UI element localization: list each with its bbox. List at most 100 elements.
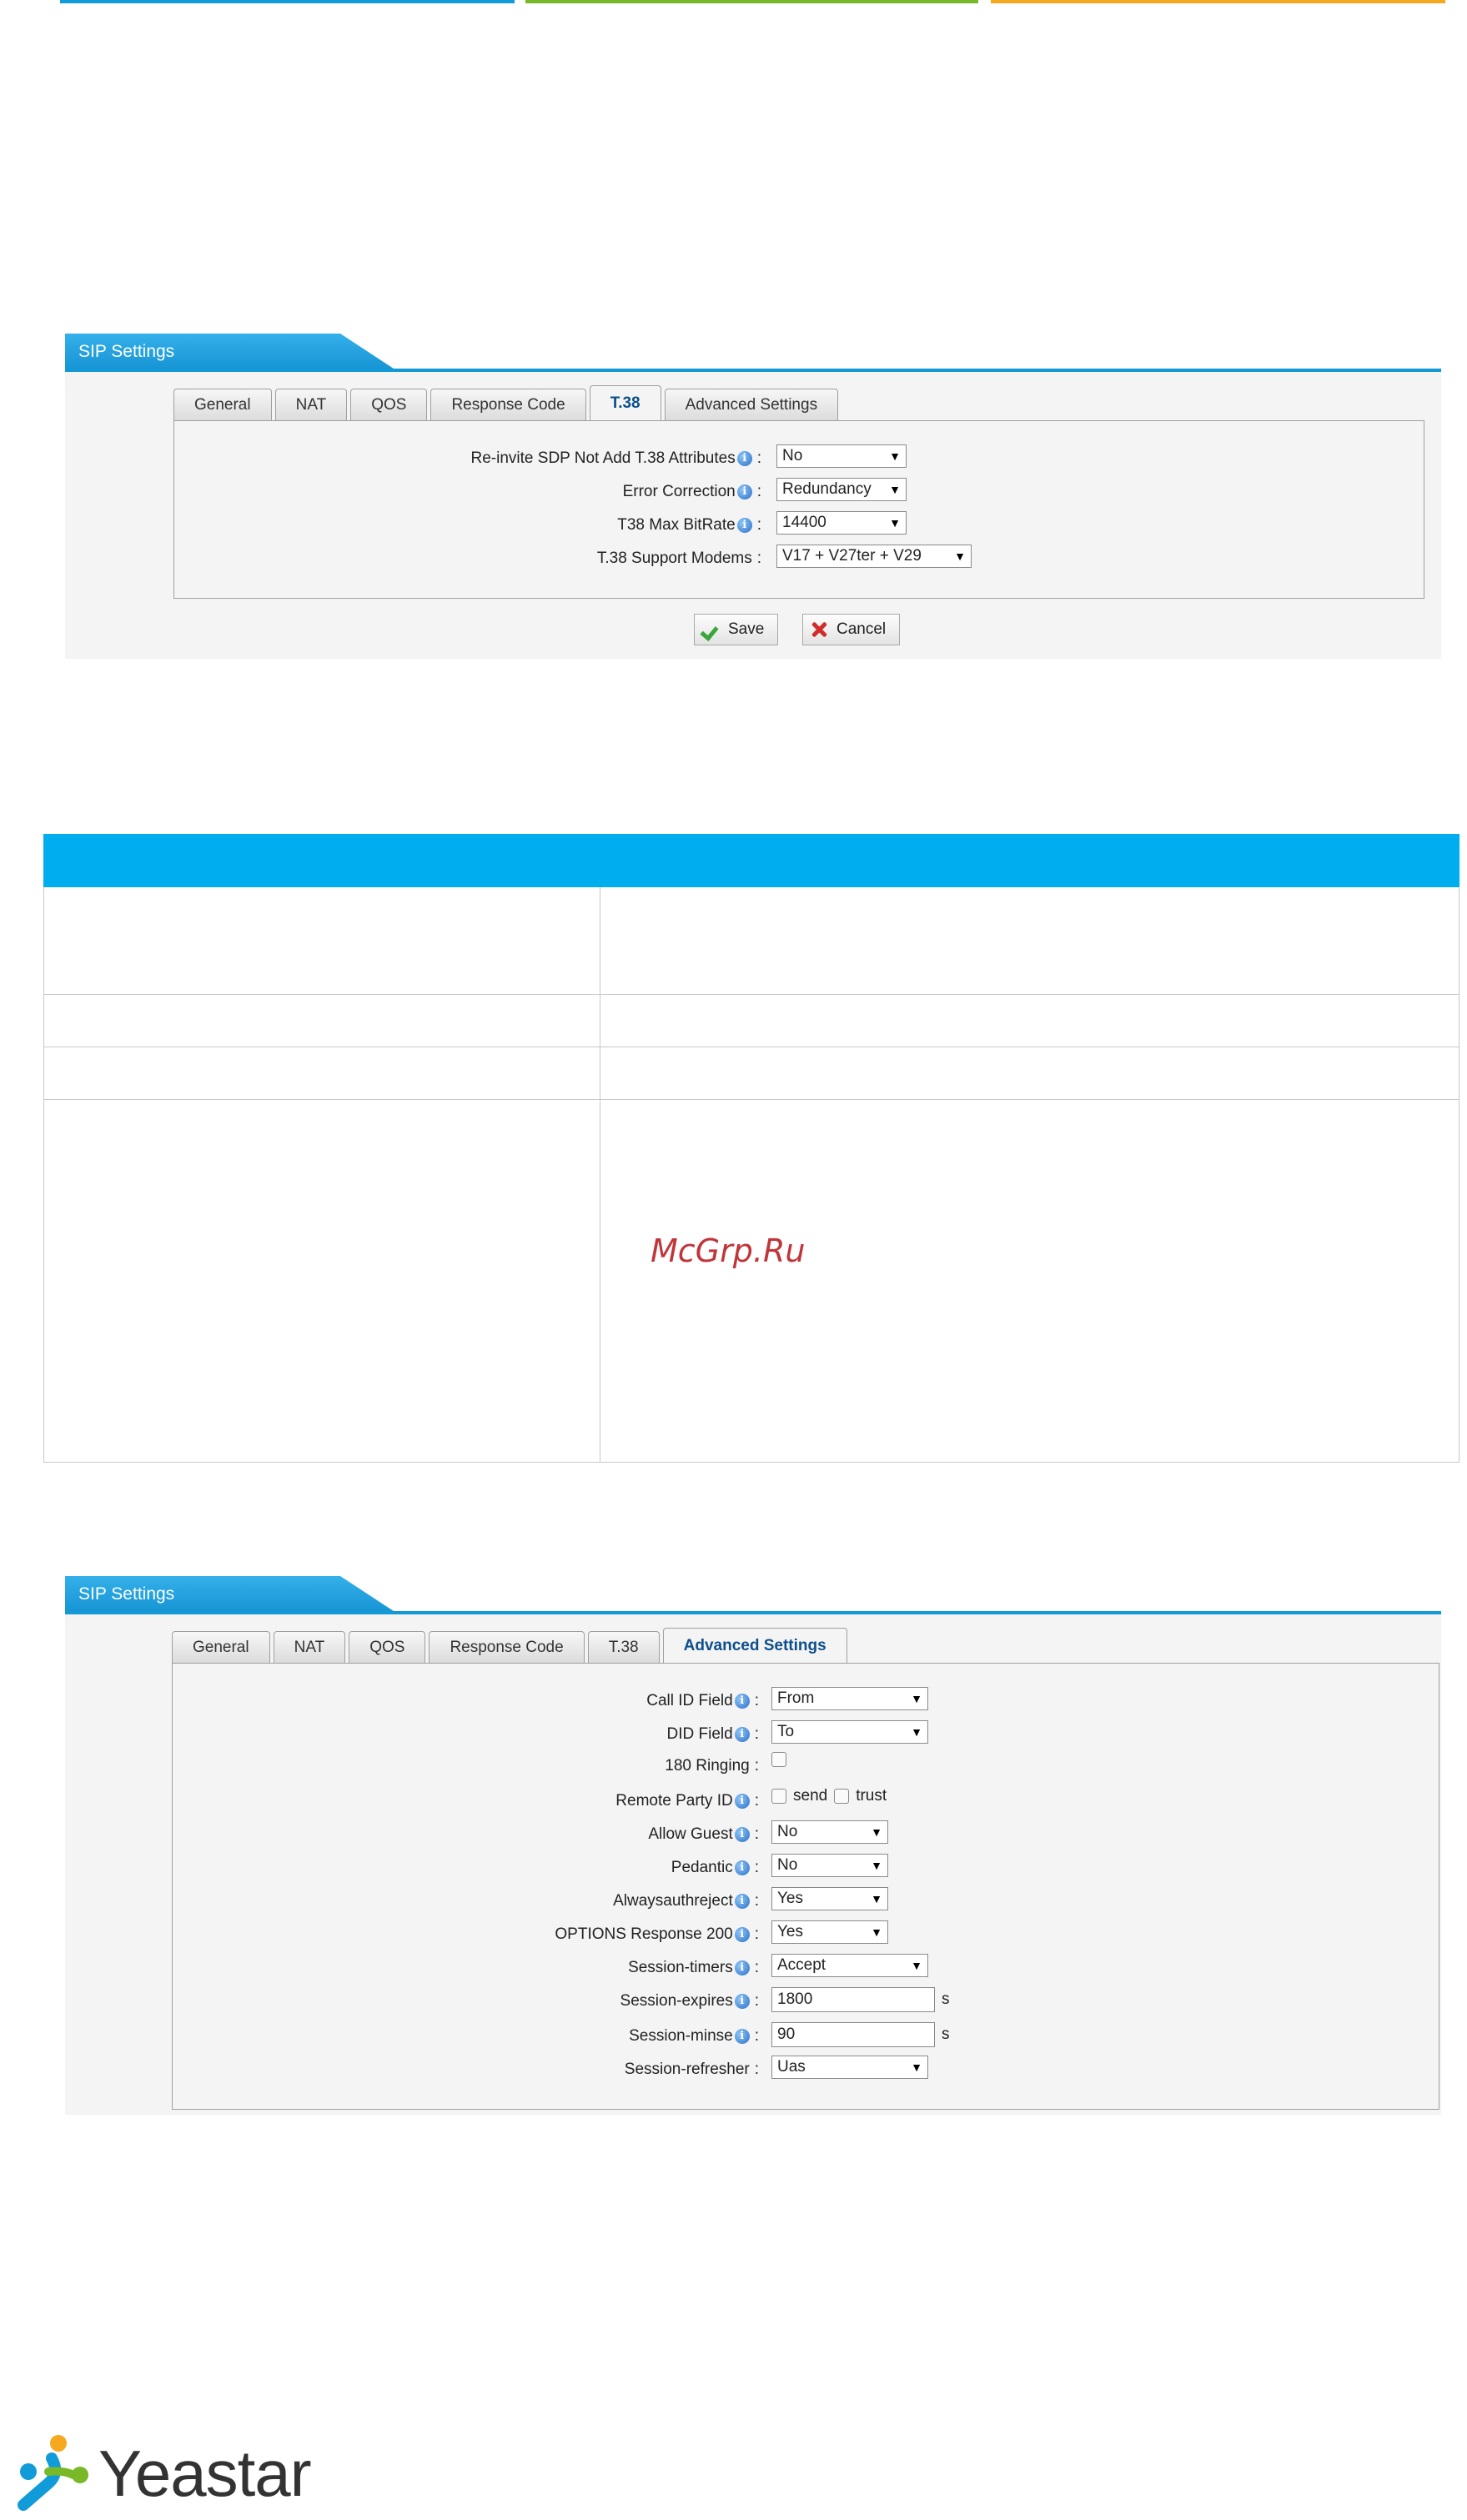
tab-response-code[interactable]: Response Code bbox=[429, 1631, 585, 1663]
chevron-down-icon: ▼ bbox=[871, 1859, 882, 1872]
tab-t38[interactable]: T.38 bbox=[589, 385, 661, 420]
options-response-200-select[interactable]: Yes ▼ bbox=[771, 1920, 888, 1944]
field-label: T38 Max BitRate bbox=[617, 516, 736, 534]
info-icon[interactable]: i bbox=[734, 1994, 750, 2009]
t38-support-modems-select[interactable]: V17 + V27ter + V29 ▼ bbox=[776, 545, 972, 568]
trust-label: trust bbox=[856, 1787, 887, 1805]
tab-t38[interactable]: T.38 bbox=[587, 1631, 660, 1663]
top-bar-green bbox=[525, 0, 978, 3]
remote-party-send-checkbox[interactable] bbox=[771, 1789, 786, 1804]
info-icon[interactable]: i bbox=[734, 1927, 750, 1942]
field-row: DID Field i: To ▼ bbox=[173, 1720, 1439, 1749]
field-row: Session-refresher: Uas ▼ bbox=[173, 2056, 1439, 2084]
info-icon[interactable]: i bbox=[734, 1860, 750, 1875]
t38-max-bitrate-select[interactable]: 14400 ▼ bbox=[776, 511, 907, 535]
cancel-button[interactable]: Cancel bbox=[802, 614, 901, 645]
info-icon[interactable]: i bbox=[736, 451, 752, 466]
pedantic-select[interactable]: No ▼ bbox=[771, 1854, 888, 1877]
table-row bbox=[43, 1047, 1459, 1100]
chevron-down-icon: ▼ bbox=[889, 516, 901, 530]
panel-body: General NAT QOS Response Code T.38 Advan… bbox=[65, 1614, 1441, 2115]
field-row: Session-expires i: 1800 s bbox=[173, 1987, 1439, 2015]
info-icon[interactable]: i bbox=[734, 2029, 750, 2044]
chevron-down-icon: ▼ bbox=[911, 2061, 922, 2074]
table-header-row bbox=[43, 834, 1459, 887]
remote-party-trust-checkbox[interactable] bbox=[834, 1789, 850, 1804]
sip-settings-panel-t38: SIP Settings General NAT QOS Response Co… bbox=[65, 334, 1441, 659]
session-expires-input[interactable]: 1800 bbox=[771, 1987, 935, 2012]
info-icon[interactable]: i bbox=[734, 1694, 750, 1709]
sip-settings-panel-advanced: SIP Settings General NAT QOS Response Co… bbox=[65, 1576, 1441, 2115]
field-row: Session-minse i: 90 s bbox=[173, 2022, 1439, 2051]
field-row: 180 Ringing: bbox=[173, 1752, 1439, 1780]
field-label: Error Correction bbox=[622, 483, 736, 500]
panel-header: SIP Settings bbox=[65, 334, 1441, 372]
panel-header: SIP Settings bbox=[65, 1576, 1441, 1614]
field-row: Session-timers i: Accept ▼ bbox=[173, 1954, 1439, 1982]
chevron-down-icon: ▼ bbox=[871, 1825, 882, 1839]
field-row: Remote Party ID i: send trust bbox=[615, 1787, 887, 1810]
tab-general[interactable]: General bbox=[172, 1631, 270, 1663]
tab-qos[interactable]: QOS bbox=[349, 1631, 426, 1663]
tab-content: Re-invite SDP Not Add T.38 Attributes i: … bbox=[173, 420, 1424, 599]
unit-label: s bbox=[942, 1990, 950, 2008]
info-icon[interactable]: i bbox=[734, 1894, 750, 1909]
top-bar-orange bbox=[991, 0, 1445, 3]
field-row: OPTIONS Response 200 i: Yes ▼ bbox=[173, 1920, 1439, 1949]
panel-title: SIP Settings bbox=[78, 1584, 175, 1604]
chevron-down-icon: ▼ bbox=[889, 483, 901, 496]
tab-nat[interactable]: NAT bbox=[273, 1631, 346, 1663]
allow-guest-select[interactable]: No ▼ bbox=[771, 1820, 888, 1844]
info-icon[interactable]: i bbox=[734, 1960, 750, 1975]
table-row bbox=[43, 994, 1459, 1047]
session-refresher-select[interactable]: Uas ▼ bbox=[771, 2056, 928, 2079]
send-label: send bbox=[793, 1787, 828, 1805]
chevron-down-icon: ▼ bbox=[911, 1692, 922, 1705]
field-row: T.38 Support Modems: V17 + V27ter + V29 ▼ bbox=[174, 545, 1424, 573]
tab-qos[interactable]: QOS bbox=[350, 389, 428, 420]
session-minse-input[interactable]: 90 bbox=[771, 2022, 935, 2047]
info-icon[interactable]: i bbox=[736, 484, 752, 499]
field-row: Error Correction i: Redundancy ▼ bbox=[174, 478, 1424, 506]
did-field-select[interactable]: To ▼ bbox=[771, 1720, 928, 1744]
field-label: T.38 Support Modems bbox=[596, 550, 752, 567]
call-id-field-select[interactable]: From ▼ bbox=[771, 1687, 928, 1710]
info-icon[interactable]: i bbox=[734, 1827, 750, 1842]
info-icon[interactable]: i bbox=[734, 1794, 750, 1809]
logo-text: Yeastar bbox=[98, 2436, 312, 2510]
chevron-down-icon: ▼ bbox=[871, 1925, 882, 1939]
field-row: Alwaysauthreject i: Yes ▼ bbox=[173, 1887, 1439, 1915]
save-button[interactable]: Save bbox=[694, 614, 779, 645]
alwaysauthreject-select[interactable]: Yes ▼ bbox=[771, 1887, 888, 1910]
reinvite-sdp-select[interactable]: No ▼ bbox=[776, 444, 907, 468]
field-row: Allow Guest i: No ▼ bbox=[173, 1820, 1439, 1849]
tab-advanced-settings[interactable]: Advanced Settings bbox=[664, 389, 839, 420]
chevron-down-icon: ▼ bbox=[911, 1725, 922, 1739]
tab-general[interactable]: General bbox=[173, 389, 272, 420]
yeastar-logo: Yeastar bbox=[15, 2433, 312, 2513]
field-row: Re-invite SDP Not Add T.38 Attributes i: … bbox=[174, 444, 1424, 473]
error-correction-select[interactable]: Redundancy ▼ bbox=[776, 478, 907, 501]
tab-content: Call ID Field i: From ▼ DID Field i: To ▼ 18… bbox=[172, 1663, 1439, 2110]
tab-response-code[interactable]: Response Code bbox=[430, 389, 586, 420]
tab-bar: General NAT QOS Response Code T.38 Advan… bbox=[173, 385, 839, 420]
panel-title: SIP Settings bbox=[78, 342, 175, 361]
unit-label: s bbox=[942, 2026, 950, 2043]
table-header-cell bbox=[600, 834, 1459, 887]
chevron-down-icon: ▼ bbox=[871, 1892, 882, 1905]
close-icon bbox=[810, 620, 828, 639]
session-timers-select[interactable]: Accept ▼ bbox=[771, 1954, 928, 1977]
info-icon[interactable]: i bbox=[734, 1727, 750, 1742]
field-row: T38 Max BitRate i: 14400 ▼ bbox=[174, 511, 1424, 540]
field-row: Call ID Field i: From ▼ bbox=[173, 1687, 1439, 1715]
info-icon[interactable]: i bbox=[736, 518, 752, 533]
check-icon bbox=[701, 622, 720, 637]
tab-advanced-settings[interactable]: Advanced Settings bbox=[662, 1628, 847, 1663]
180-ringing-checkbox[interactable] bbox=[771, 1752, 786, 1767]
parameter-table bbox=[43, 834, 1459, 1463]
tab-nat[interactable]: NAT bbox=[274, 389, 348, 420]
table-header-cell bbox=[43, 834, 600, 887]
tab-bar: General NAT QOS Response Code T.38 Advan… bbox=[172, 1628, 847, 1663]
table-row bbox=[43, 886, 1459, 995]
field-label: Re-invite SDP Not Add T.38 Attributes bbox=[470, 449, 736, 467]
